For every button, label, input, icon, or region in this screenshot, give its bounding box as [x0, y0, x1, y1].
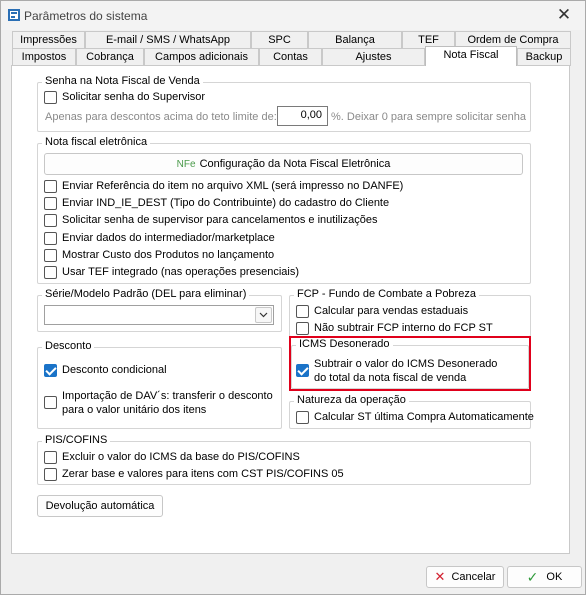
tab-spc[interactable]: SPC	[251, 31, 308, 49]
checkbox-box[interactable]	[44, 91, 57, 104]
fcp-option-vendas-estaduais[interactable]: Calcular para vendas estaduais	[296, 305, 468, 318]
tab-nota-fiscal[interactable]: Nota Fiscal	[425, 46, 517, 66]
checkbox-label: Solicitar senha de supervisor para cance…	[62, 214, 378, 226]
checkbox-label: Desconto condicional	[62, 364, 167, 376]
checkbox-box[interactable]	[296, 411, 309, 424]
tab-impressoes[interactable]: Impressões	[12, 31, 85, 49]
checkbox-label: Excluir o valor do ICMS da base do PIS/C…	[62, 451, 300, 463]
highlight-box	[289, 336, 531, 391]
checkbox-box[interactable]	[44, 468, 57, 481]
nfe-option-tef-integrado[interactable]: Usar TEF integrado (nas operações presen…	[44, 266, 299, 279]
checkbox-label: Solicitar senha do Supervisor	[62, 91, 206, 103]
system-parameters-window: Parâmetros do sistema ✕ Impressões E-mai…	[0, 0, 586, 595]
senha-group-title: Senha na Nota Fiscal de Venda	[42, 75, 203, 87]
checkbox-box[interactable]	[44, 197, 57, 210]
checkbox-label: Zerar base e valores para itens com CST …	[62, 468, 344, 480]
tab-campos-adicionais[interactable]: Campos adicionais	[144, 48, 259, 66]
natureza-group-title: Natureza da operação	[294, 394, 409, 406]
devolucao-automatica-button[interactable]: Devolução automática	[37, 495, 163, 517]
dropdown-button[interactable]	[255, 307, 272, 323]
checkbox-box-checked[interactable]	[44, 364, 57, 377]
pis-excluir-icms-checkbox[interactable]: Excluir o valor do ICMS da base do PIS/C…	[44, 451, 300, 464]
ok-icon: ✓	[526, 568, 539, 585]
checkbox-label: Importação de DAV´s: transferir o descon…	[62, 389, 273, 417]
checkbox-label: Calcular para vendas estaduais	[314, 305, 469, 317]
tab-email-sms-whatsapp[interactable]: E-mail / SMS / WhatsApp	[85, 31, 251, 49]
ok-button[interactable]: ✓ OK	[507, 566, 582, 588]
fcp-group-title: FCP - Fundo de Combate a Pobreza	[294, 288, 479, 300]
checkbox-box[interactable]	[44, 266, 57, 279]
importacao-dav-checkbox[interactable]: Importação de DAV´s: transferir o descon…	[44, 389, 273, 417]
nfe-logo-icon: NFe	[176, 158, 196, 170]
chevron-down-icon	[259, 312, 268, 318]
desconto-condicional-checkbox[interactable]: Desconto condicional	[44, 364, 167, 377]
app-icon	[8, 9, 20, 21]
config-nfe-button[interactable]: NFe Configuração da Nota Fiscal Eletrôni…	[44, 153, 523, 175]
checkbox-label: Usar TEF integrado (nas operações presen…	[62, 266, 300, 278]
limit-value-input[interactable]: 0,00	[277, 106, 328, 126]
serie-select[interactable]	[44, 305, 274, 325]
title-bar: Parâmetros do sistema ✕	[1, 1, 585, 30]
nfe-group-title: Nota fiscal eletrônica	[42, 136, 151, 148]
limit-prefix-text: Apenas para descontos acima do teto limi…	[45, 111, 277, 123]
cancel-button[interactable]: ✕ Cancelar	[426, 566, 504, 588]
solicitar-senha-checkbox[interactable]: Solicitar senha do Supervisor	[44, 91, 205, 104]
window-title: Parâmetros do sistema	[24, 9, 148, 23]
checkbox-label: Não subtrair FCP interno do FCP ST	[314, 322, 493, 334]
desconto-group-title: Desconto	[42, 340, 95, 352]
checkbox-box[interactable]	[296, 305, 309, 318]
checkbox-label: Enviar IND_IE_DEST (Tipo do Contribuinte…	[62, 197, 390, 209]
natureza-calcular-st-checkbox[interactable]: Calcular ST última Compra Automaticament…	[296, 411, 534, 424]
checkbox-box[interactable]	[296, 322, 309, 335]
checkbox-label: Mostrar Custo dos Produtos no lançamento	[62, 249, 275, 261]
nfe-option-referencia[interactable]: Enviar Referência do item no arquivo XML…	[44, 180, 403, 193]
importacao-line2: para o valor unitário dos itens	[62, 404, 207, 416]
ok-label: OK	[546, 571, 563, 583]
tab-ajustes[interactable]: Ajustes	[322, 48, 425, 66]
nfe-option-intermediador[interactable]: Enviar dados do intermediador/marketplac…	[44, 232, 275, 245]
checkbox-box[interactable]	[44, 451, 57, 464]
tab-balanca[interactable]: Balança	[308, 31, 402, 49]
checkbox-label: Calcular ST última Compra Automaticament…	[314, 411, 534, 423]
tab-backup[interactable]: Backup	[517, 48, 571, 66]
nfe-option-ind-ie-dest[interactable]: Enviar IND_IE_DEST (Tipo do Contribuinte…	[44, 197, 389, 210]
importacao-line1: Importação de DAV´s: transferir o descon…	[62, 390, 273, 402]
tab-contas[interactable]: Contas	[259, 48, 322, 66]
config-nfe-label: Configuração da Nota Fiscal Eletrônica	[199, 158, 391, 170]
limit-suffix-text: %. Deixar 0 para sempre solicitar senha	[331, 111, 527, 123]
tab-cobranca[interactable]: Cobrança	[76, 48, 144, 66]
checkbox-box[interactable]	[44, 180, 57, 193]
close-icon[interactable]: ✕	[555, 5, 573, 25]
nfe-option-custo-produtos[interactable]: Mostrar Custo dos Produtos no lançamento	[44, 249, 274, 262]
pis-cofins-group-title: PIS/COFINS	[42, 434, 111, 446]
checkbox-label: Enviar dados do intermediador/marketplac…	[62, 232, 275, 244]
checkbox-box[interactable]	[44, 214, 57, 227]
fcp-option-nao-subtrair[interactable]: Não subtrair FCP interno do FCP ST	[296, 322, 493, 335]
checkbox-box[interactable]	[44, 396, 57, 409]
pis-zerar-base-checkbox[interactable]: Zerar base e valores para itens com CST …	[44, 468, 344, 481]
checkbox-box[interactable]	[44, 232, 57, 245]
cancel-label: Cancelar	[451, 571, 496, 583]
serie-group-title: Série/Modelo Padrão (DEL para eliminar)	[42, 288, 250, 300]
cancel-icon: ✕	[434, 569, 446, 584]
nfe-option-senha-supervisor[interactable]: Solicitar senha de supervisor para cance…	[44, 214, 378, 227]
tab-impostos[interactable]: Impostos	[12, 48, 76, 66]
checkbox-box[interactable]	[44, 249, 57, 262]
checkbox-label: Enviar Referência do item no arquivo XML…	[62, 180, 404, 192]
